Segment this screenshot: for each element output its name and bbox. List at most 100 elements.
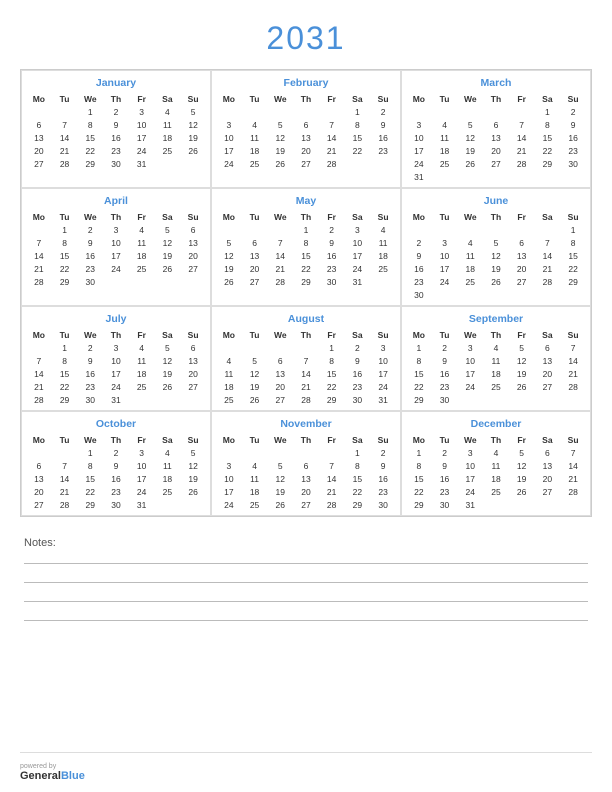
day-header: Sa xyxy=(155,434,181,446)
day-cell: 6 xyxy=(293,459,319,472)
day-cell: 20 xyxy=(483,144,509,157)
day-cell: 2 xyxy=(77,341,103,354)
day-cell: 21 xyxy=(560,367,586,380)
day-cell: 4 xyxy=(155,105,181,118)
day-cell: 14 xyxy=(509,131,535,144)
day-header: Mo xyxy=(216,434,242,446)
table-row: 14151617181920 xyxy=(26,367,206,380)
day-cell: 1 xyxy=(77,105,103,118)
day-header: Mo xyxy=(406,93,432,105)
day-cell: 5 xyxy=(155,341,181,354)
day-cell: 18 xyxy=(370,249,396,262)
day-cell xyxy=(155,157,181,170)
day-header: We xyxy=(267,434,293,446)
month-title-september: September xyxy=(406,313,586,325)
day-cell: 10 xyxy=(406,131,432,144)
table-row: 11121314151617 xyxy=(216,367,396,380)
day-header: Su xyxy=(560,93,586,105)
day-cell: 4 xyxy=(129,341,155,354)
day-header: We xyxy=(77,329,103,341)
day-cell: 25 xyxy=(370,262,396,275)
day-header: Su xyxy=(180,434,206,446)
day-cell: 22 xyxy=(77,485,103,498)
day-cell: 26 xyxy=(180,485,206,498)
day-cell: 21 xyxy=(560,472,586,485)
day-header: Mo xyxy=(216,93,242,105)
day-cell: 26 xyxy=(483,275,509,288)
day-cell: 27 xyxy=(535,380,561,393)
day-header: We xyxy=(77,434,103,446)
day-cell: 13 xyxy=(180,354,206,367)
day-cell: 19 xyxy=(457,144,483,157)
day-cell: 12 xyxy=(155,354,181,367)
table-row: 15161718192021 xyxy=(406,367,586,380)
month-block-august: AugustMoTuWeThFrSaSu12345678910111213141… xyxy=(211,306,401,411)
day-cell: 26 xyxy=(457,157,483,170)
table-row: 3456789 xyxy=(406,118,586,131)
day-cell xyxy=(535,393,561,406)
day-cell: 18 xyxy=(457,262,483,275)
day-cell: 16 xyxy=(103,131,129,144)
table-row: MoTuWeThFrSaSu xyxy=(406,211,586,223)
day-cell: 4 xyxy=(242,118,268,131)
table-row: 18192021222324 xyxy=(216,380,396,393)
day-cell: 9 xyxy=(77,354,103,367)
table-row: 12 xyxy=(216,446,396,459)
day-cell: 30 xyxy=(103,498,129,511)
day-cell: 18 xyxy=(483,367,509,380)
day-cell: 7 xyxy=(560,341,586,354)
day-cell: 24 xyxy=(103,262,129,275)
day-header: Su xyxy=(370,329,396,341)
day-cell xyxy=(180,498,206,511)
day-cell: 15 xyxy=(345,131,371,144)
day-cell: 2 xyxy=(77,223,103,236)
day-cell xyxy=(26,341,52,354)
day-cell: 28 xyxy=(293,393,319,406)
month-title-february: February xyxy=(216,77,396,89)
day-cell: 4 xyxy=(483,341,509,354)
day-header: Sa xyxy=(345,211,371,223)
month-table-february: MoTuWeThFrSaSu12345678910111213141516171… xyxy=(216,93,396,170)
day-cell: 14 xyxy=(26,367,52,380)
day-cell: 23 xyxy=(345,380,371,393)
day-header: We xyxy=(267,211,293,223)
day-header: Th xyxy=(103,93,129,105)
day-cell: 2 xyxy=(370,105,396,118)
table-row: 21222324252627 xyxy=(26,380,206,393)
month-block-may: MayMoTuWeThFrSaSu12345678910111213141516… xyxy=(211,188,401,306)
day-cell: 7 xyxy=(319,459,345,472)
day-cell: 20 xyxy=(535,367,561,380)
month-block-november: NovemberMoTuWeThFrSaSu123456789101112131… xyxy=(211,411,401,516)
notes-section: Notes: xyxy=(20,537,592,639)
day-cell: 11 xyxy=(242,472,268,485)
day-header: Th xyxy=(103,434,129,446)
day-cell xyxy=(432,105,458,118)
day-header: Su xyxy=(560,211,586,223)
month-block-september: SeptemberMoTuWeThFrSaSu12345678910111213… xyxy=(401,306,591,411)
day-cell: 15 xyxy=(77,472,103,485)
day-cell: 9 xyxy=(432,459,458,472)
day-cell: 16 xyxy=(370,472,396,485)
month-table-july: MoTuWeThFrSaSu12345678910111213141516171… xyxy=(26,329,206,406)
day-cell: 17 xyxy=(129,472,155,485)
day-cell: 4 xyxy=(129,223,155,236)
day-cell xyxy=(26,223,52,236)
day-header: Fr xyxy=(509,211,535,223)
day-cell: 15 xyxy=(293,249,319,262)
day-cell: 19 xyxy=(509,472,535,485)
day-cell xyxy=(483,170,509,183)
table-row: MoTuWeThFrSaSu xyxy=(406,329,586,341)
day-header: Fr xyxy=(319,211,345,223)
day-header: Su xyxy=(370,211,396,223)
day-cell: 22 xyxy=(345,144,371,157)
day-cell: 9 xyxy=(560,118,586,131)
day-cell xyxy=(483,223,509,236)
table-row: 13141516171819 xyxy=(26,131,206,144)
day-cell: 7 xyxy=(509,118,535,131)
day-cell: 4 xyxy=(432,118,458,131)
day-cell: 29 xyxy=(406,393,432,406)
day-cell: 29 xyxy=(560,275,586,288)
day-header: Sa xyxy=(535,434,561,446)
notes-line-2 xyxy=(24,582,588,583)
table-row: 16171819202122 xyxy=(406,262,586,275)
